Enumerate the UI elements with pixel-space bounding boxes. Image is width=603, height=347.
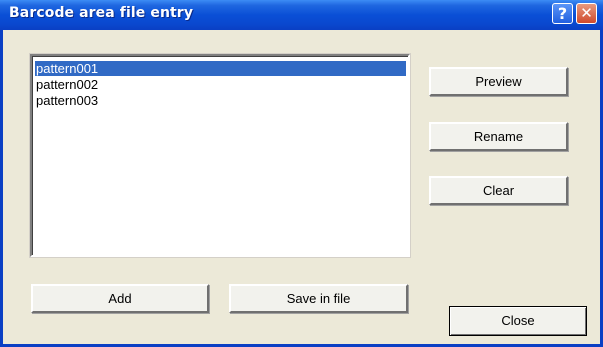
list-item-pattern001[interactable]: pattern001: [35, 61, 406, 76]
list-item-pattern003[interactable]: pattern003: [35, 93, 98, 108]
rename-button[interactable]: Rename: [429, 122, 568, 151]
title-close-button[interactable]: ✕: [576, 3, 597, 24]
dialog-window: Barcode area file entry ? ✕ pattern001 p…: [0, 0, 603, 347]
preview-button[interactable]: Preview: [429, 67, 568, 96]
save-in-file-button[interactable]: Save in file: [229, 284, 408, 313]
help-icon: ?: [557, 4, 568, 23]
close-icon: ✕: [580, 4, 593, 22]
clear-button[interactable]: Clear: [429, 176, 568, 205]
pattern-listbox[interactable]: pattern001 pattern002 pattern003: [30, 54, 410, 257]
title-bar[interactable]: Barcode area file entry ? ✕: [0, 0, 603, 30]
help-button[interactable]: ?: [552, 3, 573, 24]
close-button[interactable]: Close: [449, 306, 587, 336]
add-button[interactable]: Add: [31, 284, 209, 313]
window-title: Barcode area file entry: [9, 5, 194, 21]
list-item-pattern002[interactable]: pattern002: [35, 77, 98, 92]
